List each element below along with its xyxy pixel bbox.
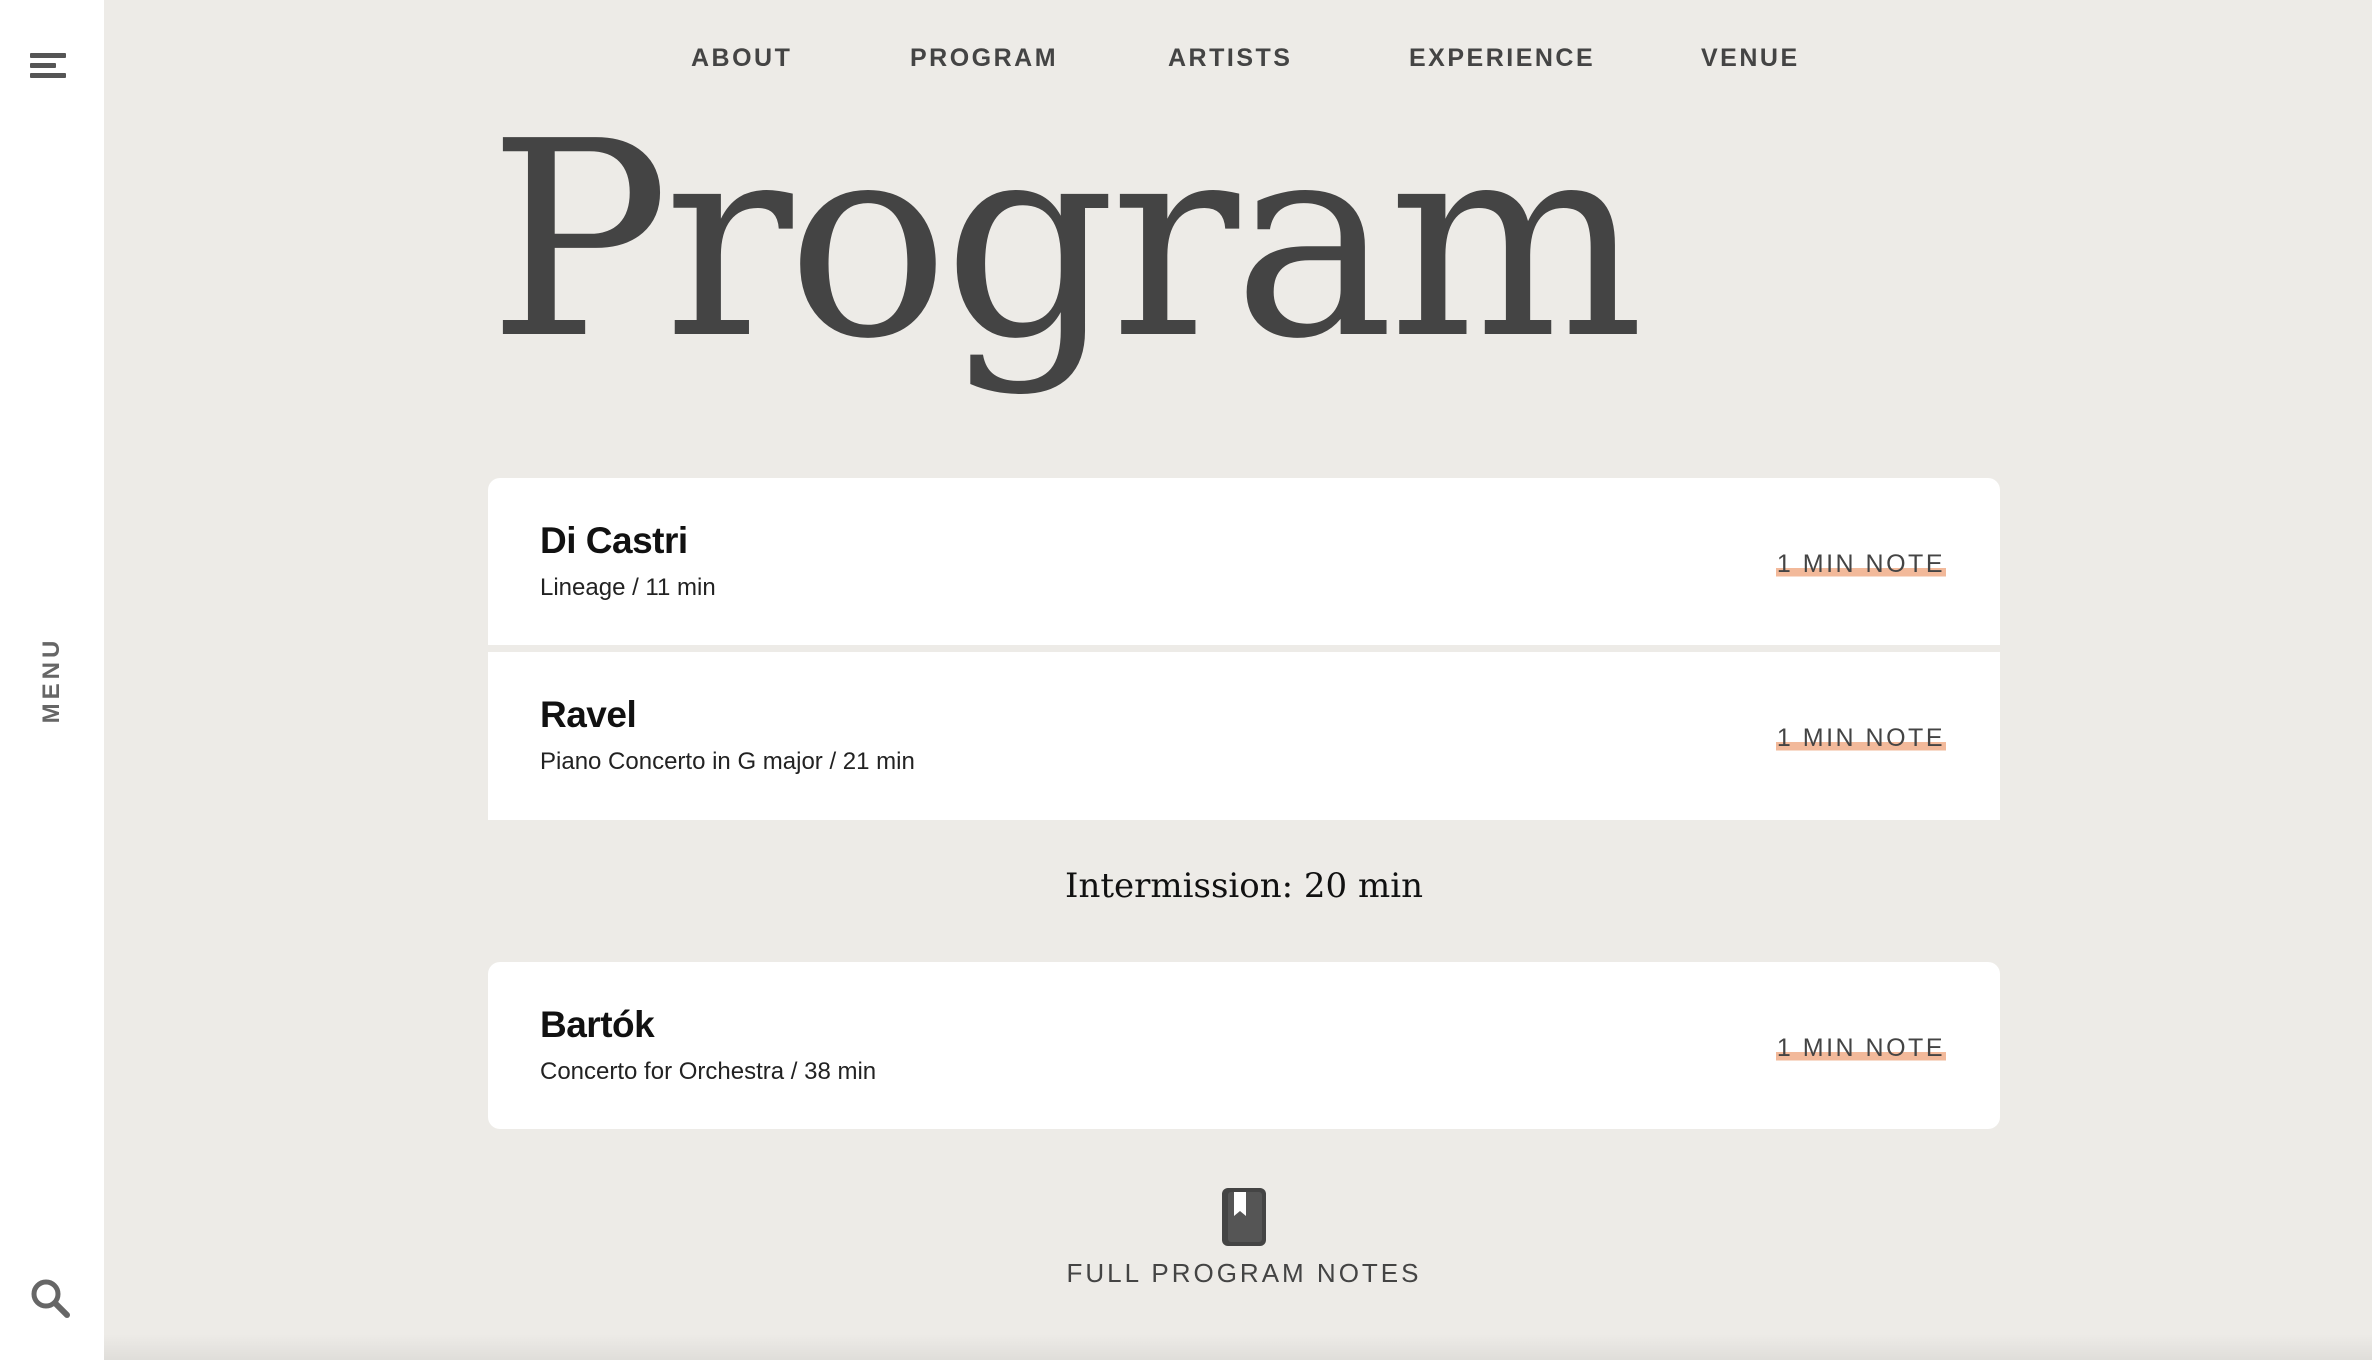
composer-name: Ravel bbox=[540, 694, 637, 735]
work-details: Piano Concerto in G major / 21 min bbox=[540, 748, 915, 775]
nav-venue[interactable]: VENUE bbox=[1701, 44, 1800, 73]
top-nav: ABOUT PROGRAM ARTISTS EXPERIENCE VENUE bbox=[104, 44, 2372, 80]
composer-name: Bartók bbox=[540, 1004, 655, 1045]
book-icon bbox=[1222, 1188, 1266, 1246]
sidebar: MENU bbox=[0, 0, 104, 1360]
full-program-notes-label: FULL PROGRAM NOTES bbox=[1066, 1258, 1422, 1288]
note-link[interactable]: 1 MIN NOTE bbox=[1775, 550, 1946, 579]
program-item: Bartók Concerto for Orchestra / 38 min 1… bbox=[488, 962, 2000, 1129]
page-title: Program bbox=[488, 83, 1644, 398]
work-details: Concerto for Orchestra / 38 min bbox=[540, 1058, 877, 1085]
work-details: Lineage / 11 min bbox=[540, 574, 716, 601]
intermission-text: Intermission: 20 min bbox=[1065, 866, 1423, 906]
note-link[interactable]: 1 MIN NOTE bbox=[1775, 1034, 1946, 1063]
hamburger-icon[interactable] bbox=[30, 50, 70, 82]
full-program-notes-link[interactable]: FULL PROGRAM NOTES bbox=[488, 1186, 2000, 1289]
program-item: Ravel Piano Concerto in G major / 21 min… bbox=[488, 652, 2000, 820]
nav-experience[interactable]: EXPERIENCE bbox=[1409, 44, 1595, 73]
nav-about[interactable]: ABOUT bbox=[691, 44, 792, 73]
nav-artists[interactable]: ARTISTS bbox=[1168, 44, 1292, 73]
nav-program[interactable]: PROGRAM bbox=[910, 44, 1058, 73]
search-icon[interactable] bbox=[30, 1278, 70, 1318]
bottom-shadow bbox=[104, 1334, 2372, 1360]
menu-label[interactable]: MENU bbox=[38, 637, 66, 724]
composer-name: Di Castri bbox=[540, 520, 688, 561]
program-item: Di Castri Lineage / 11 min 1 MIN NOTE bbox=[488, 478, 2000, 645]
note-link[interactable]: 1 MIN NOTE bbox=[1775, 724, 1946, 753]
